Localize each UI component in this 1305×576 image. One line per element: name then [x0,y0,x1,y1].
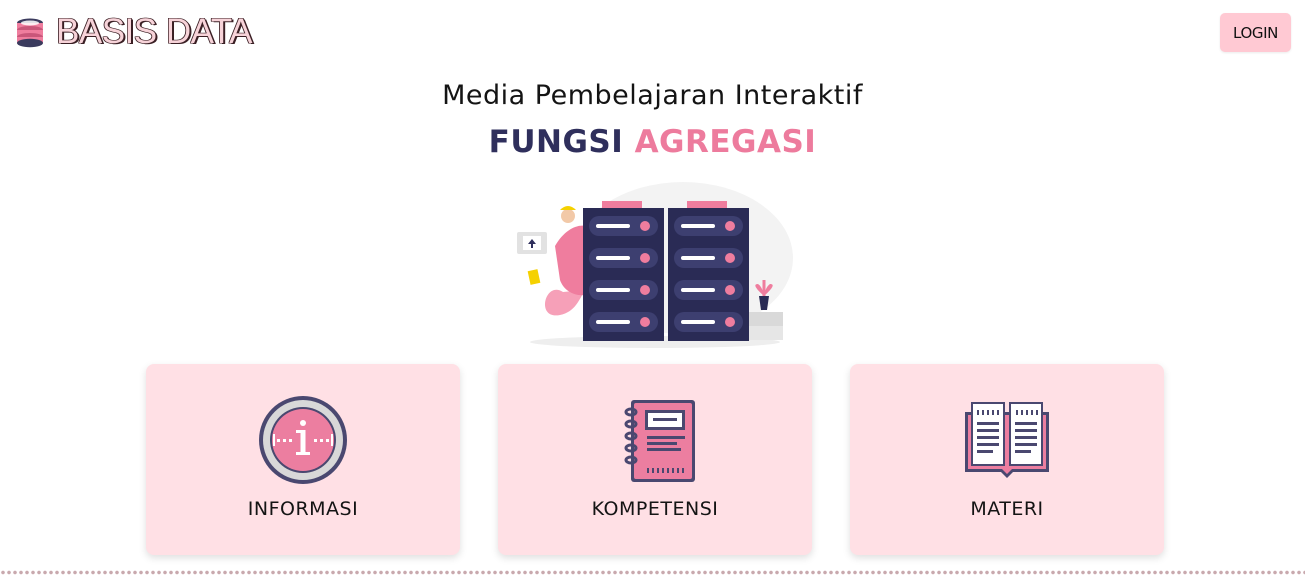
card-label-materi: MATERI [970,498,1044,520]
server-illustration [517,182,793,348]
brand[interactable]: BASIS DATA [14,12,252,52]
page: BASIS DATA LOGIN Media Pembelajaran Inte… [0,0,1305,576]
card-informasi[interactable]: INFORMASI [146,364,460,555]
card-materi[interactable]: MATERI [850,364,1164,555]
card-label-kompetensi: KOMPETENSI [591,498,719,520]
bottom-divider [0,569,1305,576]
notebook-icon [624,400,695,482]
card-kompetensi[interactable]: KOMPETENSI [498,364,812,555]
hero-title: FUNGSI AGREGASI [0,124,1305,160]
hero-title-part1: FUNGSI [488,124,624,160]
open-book-icon [965,402,1049,478]
brand-title: BASIS DATA [56,12,252,51]
hero-title-part2: AGREGASI [634,124,817,160]
card-label-informasi: INFORMASI [247,498,359,520]
login-button[interactable]: LOGIN [1220,13,1291,52]
hero-subtitle: Media Pembelajaran Interaktif [442,80,863,111]
info-icon [259,396,347,484]
database-icon [17,18,43,48]
